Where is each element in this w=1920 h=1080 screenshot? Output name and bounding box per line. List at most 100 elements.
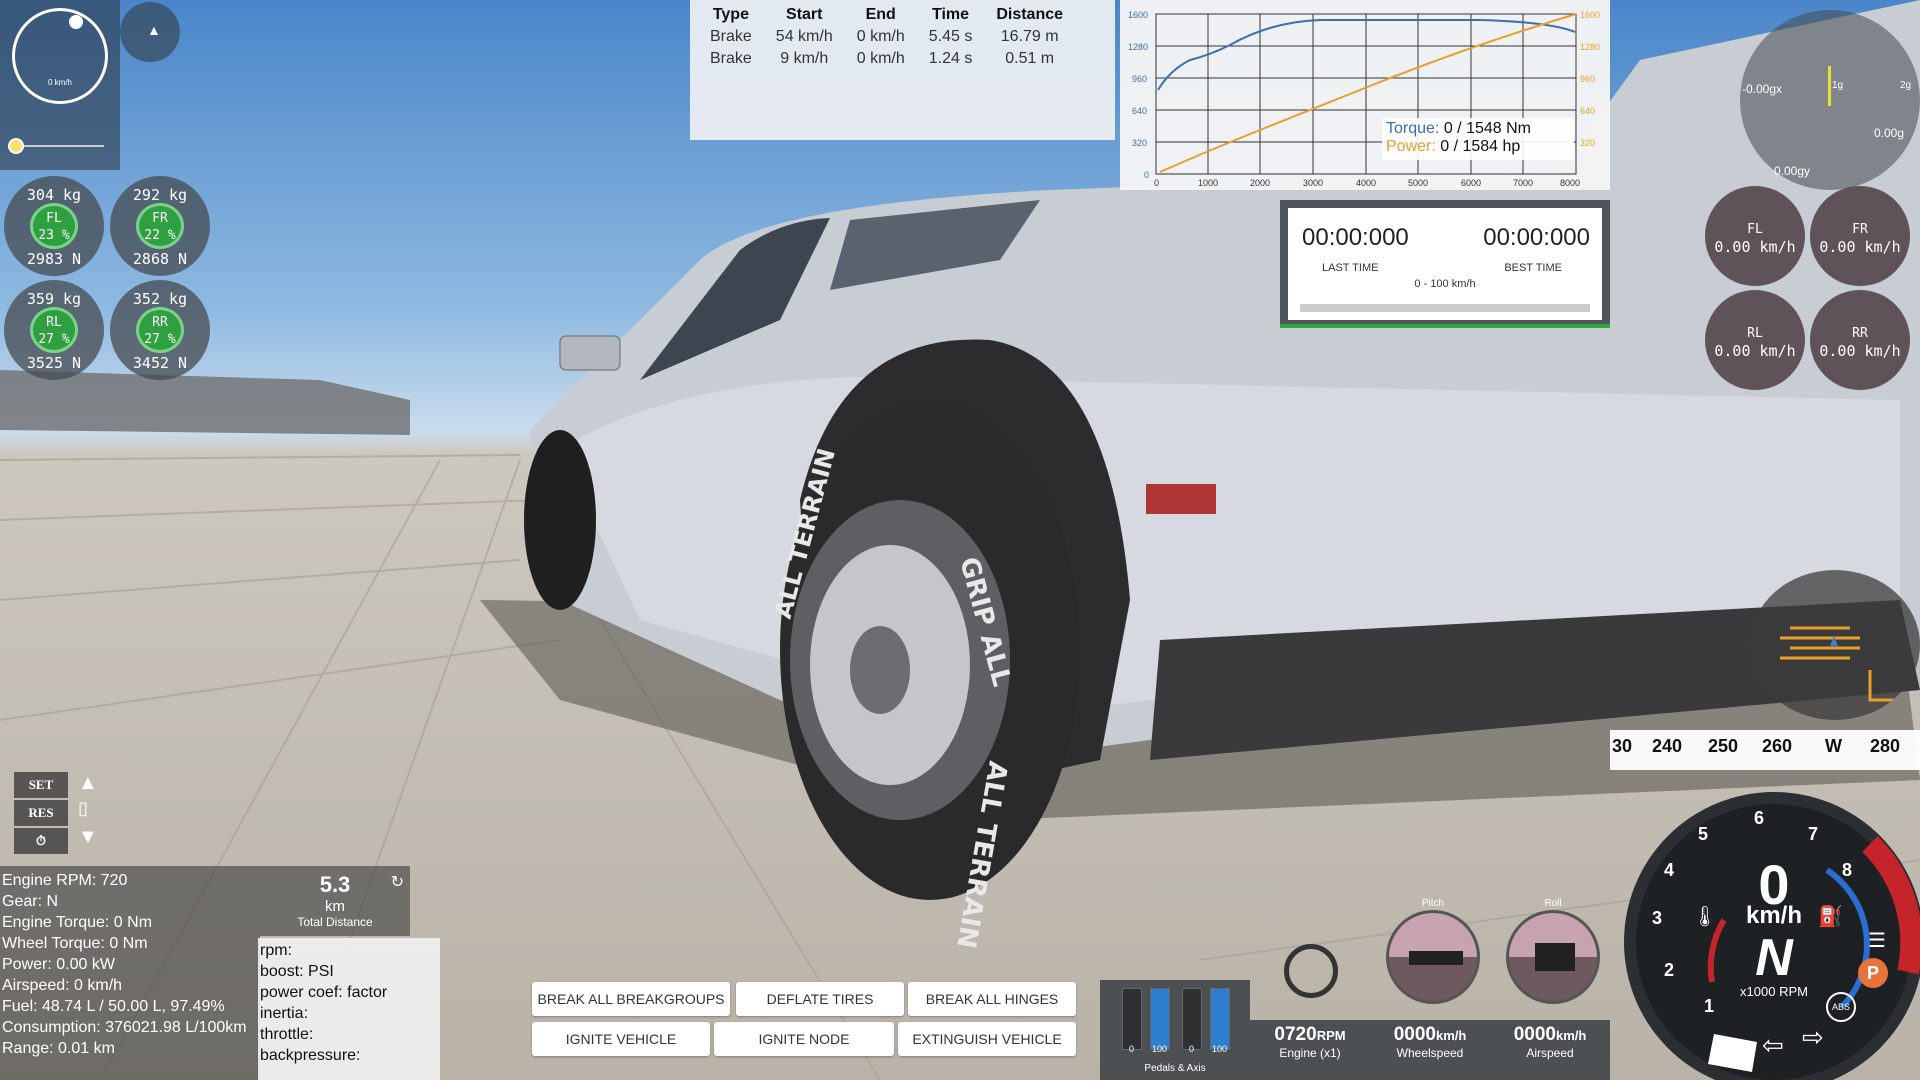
tyre-id: FR	[152, 211, 168, 226]
speed-unit: km/h	[1745, 902, 1802, 929]
headlight-icon: ☰	[1868, 930, 1886, 952]
rpm-tick: 5	[1698, 824, 1709, 844]
wheel-speed-fr: FR 0.00 km/h	[1810, 186, 1910, 286]
minimap-north-marker	[69, 15, 83, 29]
table-row: Brake 9 km/h 0 km/h 1.24 s 0.51 m	[698, 48, 1075, 70]
minimap-zoom-handle[interactable]	[8, 138, 24, 154]
cell-start: 9 km/h	[780, 50, 829, 67]
ignite-node-button[interactable]: IGNITE NODE	[714, 1022, 894, 1056]
torque-power-graph: 1600 1280 960 640 320 0 1600 1280 960 64…	[1120, 0, 1610, 190]
wheelspeed-label: Wheelspeed	[1396, 1046, 1464, 1060]
break-all-hinges-button[interactable]: BREAK ALL HINGES	[908, 982, 1076, 1016]
tyre-load: 22 %	[144, 228, 176, 243]
g-force-meter: -0.00gx 1g 2g 0.00g 0.00gy	[1740, 10, 1920, 190]
ignite-vehicle-button[interactable]: IGNITE VEHICLE	[532, 1022, 710, 1056]
tyre-load: 23 %	[38, 228, 70, 243]
wheel-id: RR	[1852, 326, 1868, 341]
rpm-tick: 1	[1704, 996, 1715, 1016]
engine-properties: rpm: boost: PSI power coef: factor inert…	[258, 938, 440, 1080]
tyre-mass: 352 kg	[132, 290, 188, 308]
pedal-label: 100	[1212, 1044, 1228, 1054]
graph-canvas: 1600 1280 960 640 320 0 1600 1280 960 64…	[1128, 10, 1600, 188]
wheel-id: FR	[1852, 222, 1868, 237]
cruise-up-icon[interactable]: ▲	[78, 772, 98, 795]
vehicle-stats: Engine RPM: 720 Gear: N Engine Torque: 0…	[0, 866, 260, 1080]
cruise-down-icon[interactable]: ▼	[78, 826, 98, 849]
timer-status-line	[1280, 324, 1610, 328]
prop-line: rpm:	[260, 942, 292, 959]
tyre-mass: 304 kg	[26, 186, 82, 204]
acceleration-timer: 00:00:000 LAST TIME 00:00:000 BEST TIME …	[1280, 200, 1610, 328]
cell-end: 0 km/h	[856, 50, 905, 67]
cell-distance: 0.51 m	[1005, 50, 1055, 67]
y-tick-left: 0	[1144, 170, 1149, 180]
rpm-tick: 2	[1664, 960, 1675, 980]
pedal-label: 0	[1189, 1044, 1195, 1054]
distance-value: 5.3	[319, 872, 351, 897]
airspeed-unit: km/h	[1555, 1028, 1587, 1043]
rpm-unit: RPM	[1316, 1028, 1346, 1043]
abs-icon: ABS	[1826, 992, 1856, 1022]
distance-label: Total Distance	[297, 915, 373, 929]
cell-type: Brake	[710, 28, 752, 45]
minimap[interactable]: 0 km/h	[0, 0, 120, 170]
rpm-tick: 3	[1652, 908, 1663, 928]
wheel-id: RL	[1747, 326, 1763, 341]
pedals-title: Pedals & Axis	[1144, 1063, 1206, 1074]
y-tick-left: 320	[1132, 138, 1147, 148]
stat-line: Wheel Torque: 0 Nm	[2, 935, 148, 952]
refresh-icon[interactable]: ↻	[391, 872, 404, 892]
pitch-label: Pitch	[1421, 898, 1445, 909]
wheelspeed-value: 0000	[1393, 1024, 1436, 1045]
wheel-speed-value: 0.00 km/h	[1714, 238, 1796, 256]
tyre-force: 3452 N	[132, 354, 188, 372]
y-tick-left: 640	[1132, 106, 1147, 116]
stat-line: Gear: N	[2, 893, 59, 910]
y-tick-left: 1280	[1128, 42, 1148, 52]
stat-line: Power: 0.00 kW	[2, 956, 115, 973]
y-tick-left: 960	[1132, 74, 1147, 84]
col-header-start: Start	[786, 6, 823, 23]
x-tick: 1000	[1198, 178, 1218, 188]
deflate-tires-button[interactable]: DEFLATE TIRES	[736, 982, 904, 1016]
col-header-end: End	[865, 6, 896, 23]
roll-indicator	[1506, 910, 1600, 1004]
cell-type: Brake	[710, 50, 752, 67]
x-tick: 3000	[1303, 178, 1323, 188]
airspeed-readout: 0000km/h Airspeed	[1490, 1024, 1610, 1060]
rpm-value: 0720	[1274, 1024, 1317, 1045]
prop-line: inertia:	[260, 1005, 309, 1022]
airspeed-value: 0000	[1513, 1024, 1556, 1045]
y-tick-right: 320	[1580, 138, 1595, 148]
col-header-distance: Distance	[996, 6, 1064, 23]
tyre-core: RR 27 %	[136, 307, 184, 353]
wheelspeed-readout: 0000km/h Wheelspeed	[1370, 1024, 1490, 1060]
table-row: Brake 54 km/h 0 km/h 5.45 s 16.79 m	[698, 26, 1075, 48]
cell-end: 0 km/h	[856, 28, 905, 45]
cruise-res-button[interactable]: RES	[14, 800, 68, 826]
pedal-fill	[1211, 989, 1229, 1049]
wheel-speed-value: 0.00 km/h	[1714, 342, 1796, 360]
cruise-set-button[interactable]: SET	[14, 772, 68, 798]
minimap-speed: 0 km/h	[47, 78, 72, 87]
wheel-speed-value: 0.00 km/h	[1819, 342, 1901, 360]
tyre-core: FL 23 %	[30, 203, 78, 249]
cruise-speed-icon[interactable]: ⏱	[14, 828, 68, 854]
pedal-label: 100	[1152, 1044, 1168, 1054]
gx-readout: -0.00gx	[1742, 82, 1783, 96]
x-tick: 5000	[1408, 178, 1428, 188]
stat-line: Engine Torque: 0 Nm	[2, 914, 153, 931]
steering-wheel-icon	[1284, 944, 1338, 998]
prop-line: power coef: factor	[260, 984, 388, 1001]
best-time-value: 00:00:000	[1483, 224, 1590, 251]
minimap-zoom-track[interactable]	[14, 145, 104, 147]
pedal-bar	[1150, 988, 1170, 1050]
prop-line: throttle:	[260, 1026, 314, 1043]
break-all-breakgroups-button[interactable]: BREAK ALL BREAKGROUPS	[532, 982, 730, 1016]
torque-legend-label: Torque:	[1386, 120, 1440, 137]
stat-line: Consumption: 376021.98 L/100km	[2, 1019, 247, 1036]
tyre-gauge-fl: 304 kg FL 23 % 2983 N	[4, 176, 104, 276]
wheel-speed-rl: RL 0.00 km/h	[1705, 290, 1805, 390]
extinguish-vehicle-button[interactable]: EXTINGUISH VEHICLE	[898, 1022, 1076, 1056]
truck-side-icon	[1409, 951, 1463, 965]
